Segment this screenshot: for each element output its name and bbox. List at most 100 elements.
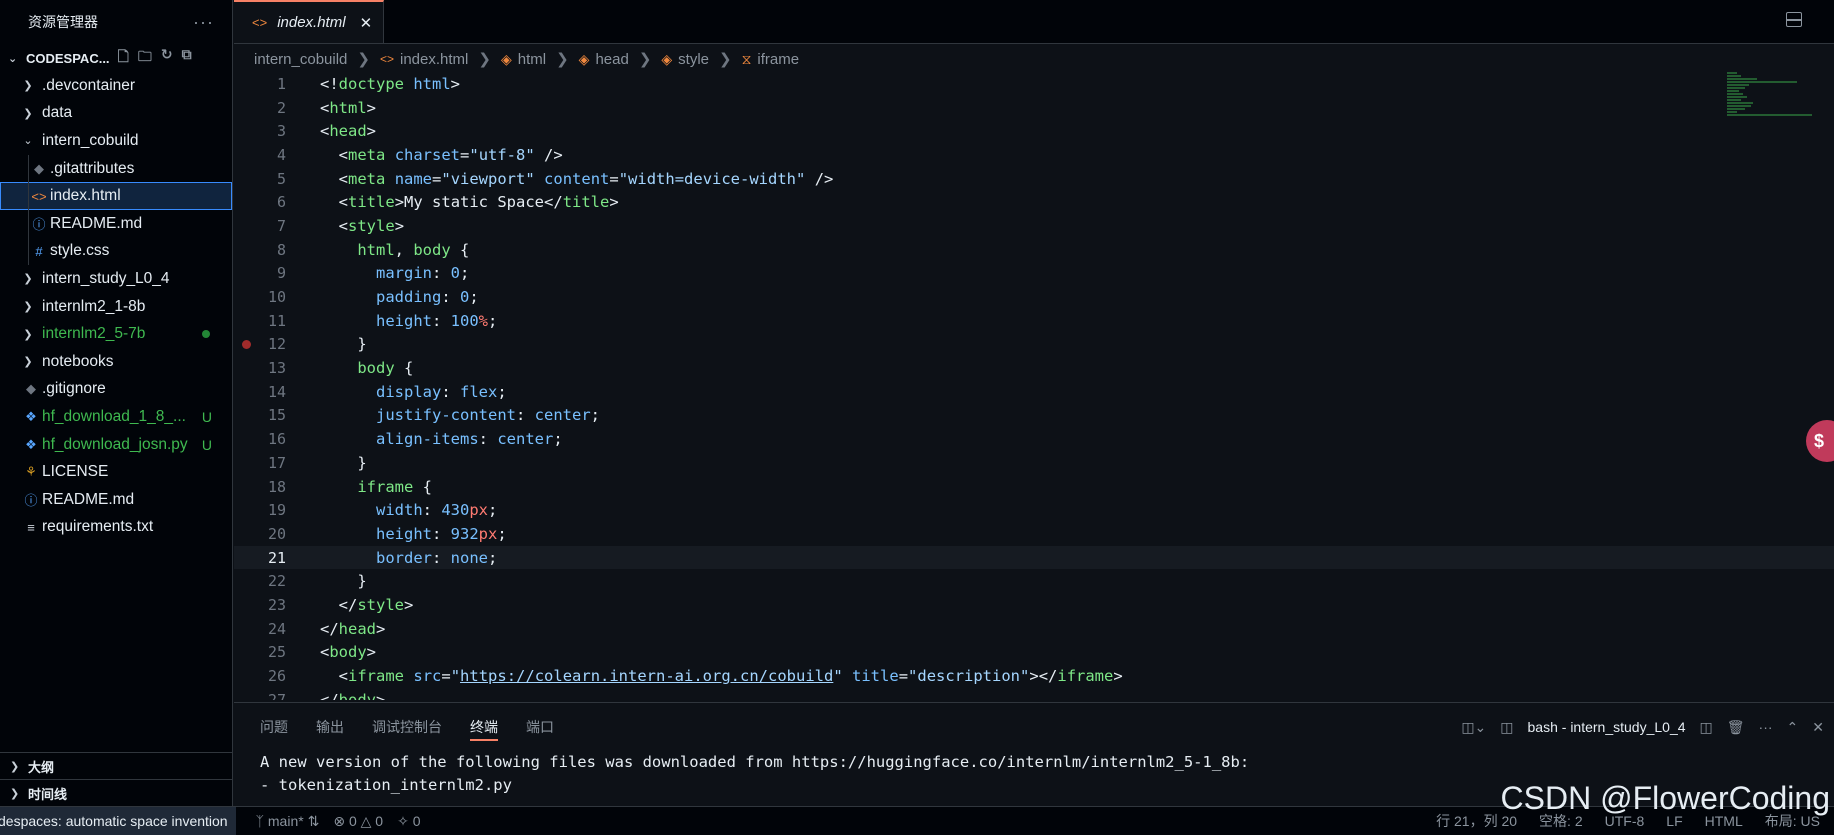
code-line: 4 <meta charset="utf-8" /> bbox=[276, 145, 563, 164]
tree-file[interactable]: <> index.html bbox=[0, 182, 232, 210]
chevron-up-icon[interactable]: ⌃ bbox=[1787, 719, 1799, 736]
tree-item-label: style.css bbox=[50, 242, 110, 260]
code-line: 27 </body> bbox=[267, 690, 386, 700]
file-tree: ❯ .devcontainer ❯ data ⌄ intern_cobuild ◆ .gita… bbox=[0, 72, 232, 541]
collapse-all-icon[interactable]: ⧉ bbox=[182, 46, 192, 70]
tree-file[interactable]: ❖ hf_download_josn.py U bbox=[0, 431, 232, 459]
explorer-title: 资源管理器 bbox=[28, 14, 98, 30]
remote-indicator[interactable]: despaces: automatic space invention bbox=[0, 806, 236, 835]
code-editor[interactable]: 1 <!doctype html> 2 <html> 3 <head> 4 <meta… bbox=[234, 72, 1834, 700]
breadcrumb-item[interactable]: style bbox=[678, 51, 709, 68]
tab-terminal[interactable]: 终端 bbox=[470, 703, 498, 751]
breadcrumb-item[interactable]: head bbox=[595, 51, 628, 68]
problems-item[interactable]: ⊗ 0 △ 0 bbox=[333, 813, 383, 830]
breadcrumb-item[interactable]: intern_cobuild bbox=[254, 51, 347, 68]
code-line: 14 display: flex; bbox=[267, 382, 507, 401]
outline-section[interactable]: ❯ 大纲 bbox=[0, 752, 233, 779]
chevron-right-icon: ❯ bbox=[357, 51, 370, 68]
tree-file[interactable]: ⓘ README.md bbox=[0, 209, 232, 238]
tree-file[interactable]: ⓘ README.md bbox=[0, 486, 232, 514]
tree-item-label: intern_study_L0_4 bbox=[42, 269, 170, 287]
tree-folder[interactable]: ⌄ intern_cobuild bbox=[0, 127, 232, 155]
indent-guide bbox=[28, 182, 29, 210]
git-status-badge: U bbox=[201, 408, 212, 425]
chevron-right-icon: ❯ bbox=[478, 51, 491, 68]
info-icon: ⓘ bbox=[24, 493, 38, 509]
chevron-right-icon: ❯ bbox=[719, 51, 732, 68]
cube-icon: ◈ bbox=[661, 50, 673, 67]
tree-folder[interactable]: ❯ intern_study_L0_4 bbox=[0, 265, 232, 293]
editor-area: <> index.html ✕ intern_cobuild ❯ <> inde… bbox=[234, 0, 1834, 700]
ports-item[interactable]: ✧ 0 bbox=[397, 813, 420, 830]
tree-item-label: README.md bbox=[42, 490, 135, 508]
license-icon: ⚘ bbox=[25, 464, 37, 480]
tree-item-label: .devcontainer bbox=[42, 76, 136, 94]
code-line: 2 <html> bbox=[276, 98, 377, 117]
breakpoint-icon[interactable] bbox=[242, 339, 251, 349]
ports-count: 0 bbox=[412, 812, 421, 829]
tab-ports[interactable]: 端口 bbox=[526, 703, 554, 751]
terminal-name[interactable]: bash - intern_study_L0_4 bbox=[1528, 719, 1686, 735]
new-folder-icon[interactable]: 🗀 bbox=[138, 46, 152, 70]
code-line: 5 <meta name="viewport" content="width=d… bbox=[276, 169, 834, 188]
error-count: 0 bbox=[348, 812, 357, 829]
tree-file[interactable]: ◆ .gitattributes bbox=[0, 154, 232, 183]
chevron-right-icon: ❯ bbox=[10, 760, 20, 773]
tab-problems[interactable]: 问题 bbox=[260, 703, 288, 751]
tree-file[interactable]: ❖ hf_download_1_8_... U bbox=[0, 403, 232, 431]
timeline-label: 时间线 bbox=[28, 786, 68, 802]
breadcrumb-item[interactable]: index.html bbox=[400, 51, 468, 68]
workspace-root[interactable]: ⌄ CODESPAC... 🗋 🗀 ↻ ⧉ bbox=[0, 44, 232, 72]
trash-icon[interactable]: 🗑 bbox=[1727, 719, 1745, 736]
code-line: 7 <style> bbox=[276, 216, 405, 235]
tree-item-label: notebooks bbox=[42, 352, 114, 370]
chevron-right-icon: ❯ bbox=[23, 328, 33, 341]
breadcrumb-item[interactable]: html bbox=[518, 51, 546, 68]
tree-item-label: .gitignore bbox=[42, 380, 106, 398]
new-file-icon[interactable]: 🗋 bbox=[118, 46, 129, 70]
code-line: 25 <body> bbox=[267, 643, 377, 662]
tree-folder[interactable]: ❯ internlm2_5-7b bbox=[0, 320, 232, 348]
tree-file[interactable]: ⚘ LICENSE bbox=[0, 458, 232, 486]
tree-file[interactable]: ◆ .gitignore bbox=[0, 376, 232, 404]
explorer-sidebar: 资源管理器 ··· ⌄ CODESPAC... 🗋 🗀 ↻ ⧉ ❯ .devcon… bbox=[0, 0, 233, 806]
more-actions-icon[interactable]: ··· bbox=[193, 12, 214, 33]
split-editor-icon[interactable] bbox=[1786, 12, 1802, 27]
minimap[interactable] bbox=[1727, 72, 1812, 132]
tab-debug-console[interactable]: 调试控制台 bbox=[372, 703, 442, 751]
code-line: 20 height: 932px; bbox=[267, 524, 507, 543]
cube-icon: ◈ bbox=[578, 50, 590, 67]
tree-item-label: internlm2_5-7b bbox=[42, 325, 146, 343]
tree-folder[interactable]: ❯ notebooks bbox=[0, 348, 232, 376]
tree-folder[interactable]: ❯ data bbox=[0, 100, 232, 128]
close-icon[interactable]: ✕ bbox=[1812, 719, 1824, 736]
more-actions-icon[interactable]: ··· bbox=[1759, 719, 1773, 735]
close-icon[interactable]: ✕ bbox=[360, 14, 373, 32]
tree-folder[interactable]: ❯ internlm2_1-8b bbox=[0, 293, 232, 321]
terminal-icon: ◫ bbox=[1500, 718, 1514, 735]
timeline-section[interactable]: ❯ 时间线 bbox=[0, 779, 233, 806]
tab-index-html[interactable]: <> index.html ✕ bbox=[234, 0, 384, 43]
explorer-actions: 🗋 🗀 ↻ ⧉ bbox=[118, 46, 192, 70]
tree-item-label: README.md bbox=[50, 214, 143, 232]
chevron-right-icon: ❯ bbox=[23, 273, 33, 286]
new-terminal-split-icon[interactable]: ◫⌄ bbox=[1461, 719, 1486, 736]
code-line: 9 margin: 0; bbox=[276, 264, 470, 283]
refresh-icon[interactable]: ↻ bbox=[161, 46, 173, 70]
code-line: 26 <iframe src="https://colearn.intern-a… bbox=[267, 667, 1123, 686]
branch-item[interactable]: ᛉ main* ⇅ bbox=[256, 813, 320, 830]
tree-item-label: .gitattributes bbox=[50, 159, 135, 177]
html-icon: <> bbox=[31, 188, 47, 204]
tree-item-label: hf_download_josn.py bbox=[42, 435, 188, 453]
tree-file[interactable]: # style.css bbox=[0, 237, 232, 266]
git-icon: ◆ bbox=[34, 160, 44, 176]
tree-item-label: internlm2_1-8b bbox=[42, 297, 146, 315]
tree-file[interactable]: ≡ requirements.txt bbox=[0, 514, 232, 542]
tree-folder[interactable]: ❯ .devcontainer bbox=[0, 72, 232, 100]
code-line: 10 padding: 0; bbox=[267, 288, 479, 307]
code-line: 3 <head> bbox=[276, 122, 377, 141]
split-terminal-icon[interactable]: ◫ bbox=[1700, 719, 1713, 736]
breadcrumb-item[interactable]: iframe bbox=[757, 51, 799, 68]
tab-output[interactable]: 输出 bbox=[316, 703, 344, 751]
terminal-line: A new version of the following files was… bbox=[260, 753, 1250, 771]
